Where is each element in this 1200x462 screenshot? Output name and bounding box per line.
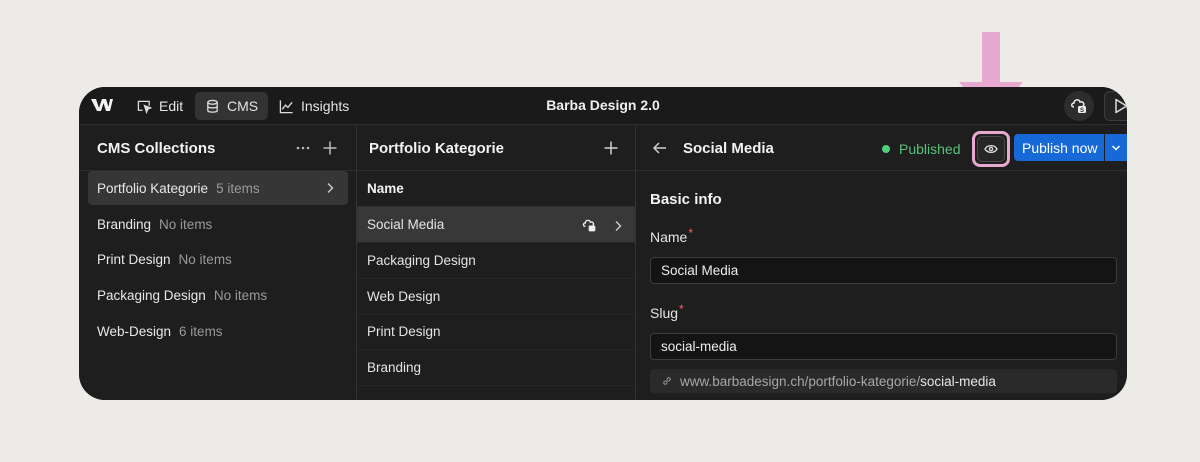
- collection-count: No items: [159, 216, 213, 232]
- add-item-icon[interactable]: [603, 140, 619, 156]
- url-base: www.barbadesign.ch/portfolio-kategorie/: [680, 373, 921, 389]
- chevron-right-icon: [327, 183, 334, 193]
- collection-item-portfolio-kategorie[interactable]: Portfolio Kategorie 5 items: [88, 171, 348, 205]
- row-label: Web Design: [367, 289, 441, 304]
- collection-count: 6 items: [179, 323, 223, 339]
- row-label: Branding: [367, 360, 422, 375]
- insights-button[interactable]: Insights: [269, 92, 359, 120]
- url-preview: www.barbadesign.ch/portfolio-kategorie/s…: [650, 369, 1117, 393]
- collaboration-button[interactable]: S: [1064, 91, 1094, 121]
- collections-panel: CMS Collections Portfolio Kategorie 5 it…: [79, 125, 357, 400]
- items-header: Portfolio Kategorie: [357, 125, 635, 171]
- row-label: Print Design: [367, 324, 441, 339]
- url-slug: social-media: [920, 373, 996, 389]
- editor-header: Social Media Published Publish now: [636, 125, 1127, 171]
- section-title: Basic info: [650, 191, 722, 208]
- status-badge: Published: [882, 141, 961, 157]
- publish-options-button[interactable]: [1105, 134, 1127, 161]
- collection-name: Web-Design: [97, 323, 172, 339]
- items-title: Portfolio Kategorie: [369, 140, 505, 157]
- name-label-text: Name: [650, 229, 688, 245]
- collection-name: Print Design: [97, 251, 171, 267]
- collaboration-icon: [582, 219, 596, 232]
- top-bar: Edit CMS Insights Barba Design 2.0 S: [79, 87, 1127, 125]
- row-label: Packaging Design: [367, 253, 476, 268]
- name-label: Name*: [650, 226, 694, 245]
- collection-name: Portfolio Kategorie: [97, 180, 209, 196]
- edit-button[interactable]: Edit: [127, 92, 193, 120]
- collaboration-icon: S: [1071, 99, 1086, 114]
- collection-name: Packaging Design: [97, 287, 206, 303]
- collection-item-branding[interactable]: Branding No items: [88, 207, 348, 241]
- url-text: www.barbadesign.ch/portfolio-kategorie/s…: [680, 374, 996, 389]
- slug-field[interactable]: [650, 333, 1117, 360]
- table-row[interactable]: Branding: [357, 350, 635, 386]
- slug-label: Slug*: [650, 302, 684, 321]
- publish-now-button[interactable]: Publish now: [1014, 134, 1104, 161]
- database-icon: [207, 99, 218, 113]
- status-dot: [882, 145, 890, 153]
- table-row[interactable]: Packaging Design: [357, 243, 635, 279]
- more-icon[interactable]: [295, 140, 311, 156]
- collections-header: CMS Collections: [79, 125, 356, 171]
- cms-label: CMS: [227, 98, 259, 114]
- row-label: Social Media: [367, 217, 445, 232]
- collection-item-print-design[interactable]: Print Design No items: [88, 242, 348, 276]
- play-icon: [1115, 98, 1127, 114]
- items-panel: Portfolio Kategorie Name Social Media Pa…: [357, 125, 636, 400]
- collection-count: No items: [178, 251, 232, 267]
- item-editor-panel: Social Media Published Publish now Basic…: [636, 125, 1127, 400]
- item-title: Social Media: [683, 140, 774, 157]
- plus-icon[interactable]: [322, 140, 338, 156]
- collection-item-packaging-design[interactable]: Packaging Design No items: [88, 278, 348, 312]
- publish-label: Publish now: [1022, 139, 1098, 156]
- table-row[interactable]: Print Design: [357, 314, 635, 350]
- collection-item-web-design[interactable]: Web-Design 6 items: [88, 314, 348, 348]
- svg-text:S: S: [1080, 108, 1084, 114]
- status-text: Published: [899, 141, 961, 157]
- table-row[interactable]: Web Design: [357, 279, 635, 315]
- cms-window: Edit CMS Insights Barba Design 2.0 S CMS…: [79, 87, 1127, 400]
- arrow-left-icon[interactable]: [652, 140, 668, 156]
- required-mark: *: [688, 226, 694, 240]
- preview-play-button[interactable]: [1104, 91, 1127, 121]
- collections-title: CMS Collections: [97, 140, 216, 157]
- chart-line-icon: [279, 99, 293, 113]
- preview-button[interactable]: [977, 136, 1005, 162]
- collection-name: Branding: [97, 216, 152, 232]
- name-field[interactable]: [650, 257, 1117, 284]
- chevron-down-icon: [1111, 144, 1121, 151]
- cursor-edit-icon: [137, 100, 152, 114]
- cms-button[interactable]: CMS: [195, 92, 269, 120]
- collection-count: No items: [213, 287, 268, 303]
- webflow-logo-icon[interactable]: [91, 96, 113, 114]
- eye-icon: [984, 144, 998, 154]
- collection-count: 5 items: [216, 180, 260, 196]
- table-row-social-media[interactable]: Social Media: [357, 207, 635, 243]
- link-icon: [663, 377, 671, 385]
- name-column-header[interactable]: Name: [357, 171, 635, 207]
- edit-label: Edit: [159, 98, 184, 114]
- insights-label: Insights: [301, 98, 350, 114]
- slug-label-text: Slug: [650, 305, 679, 321]
- chevron-right-icon[interactable]: [613, 220, 623, 232]
- required-mark: *: [679, 302, 684, 316]
